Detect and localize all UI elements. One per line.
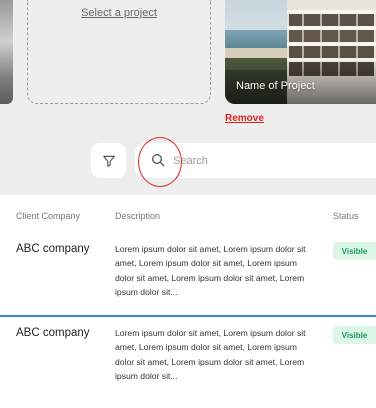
previous-project-thumbnail[interactable]: [0, 0, 13, 104]
column-header-client: Client Company: [16, 211, 81, 221]
remove-project-link[interactable]: Remove: [225, 113, 264, 124]
project-card[interactable]: Name of Project: [225, 0, 376, 104]
description-cell: Lorem ipsum dolor sit amet, Lorem ipsum …: [115, 328, 306, 382]
status-badge: Visible: [333, 242, 376, 260]
select-project-card[interactable]: Select a project: [27, 0, 211, 104]
description-cell: Lorem ipsum dolor sit amet, Lorem ipsum …: [115, 244, 306, 298]
client-company-cell: ABC company: [16, 327, 90, 339]
status-badge: Visible: [333, 326, 376, 344]
table-row[interactable]: ABC company Lorem ipsum dolor sit amet, …: [0, 319, 376, 408]
filter-icon: [102, 155, 115, 167]
column-header-status: Status: [333, 211, 359, 221]
table-row[interactable]: ABC company Lorem ipsum dolor sit amet, …: [0, 235, 376, 317]
search-icon[interactable]: [150, 152, 166, 168]
project-name: Name of Project: [236, 80, 315, 92]
table-header: Client Company Description Status: [0, 195, 376, 235]
filter-button[interactable]: [91, 143, 126, 178]
select-project-link[interactable]: Select a project: [28, 7, 210, 19]
search-bar: [135, 143, 376, 178]
client-company-cell: ABC company: [16, 243, 90, 255]
column-header-description: Description: [115, 211, 161, 221]
search-input[interactable]: [173, 143, 373, 178]
project-selector-area: Select a project Name of Project Remove …: [0, 0, 376, 195]
